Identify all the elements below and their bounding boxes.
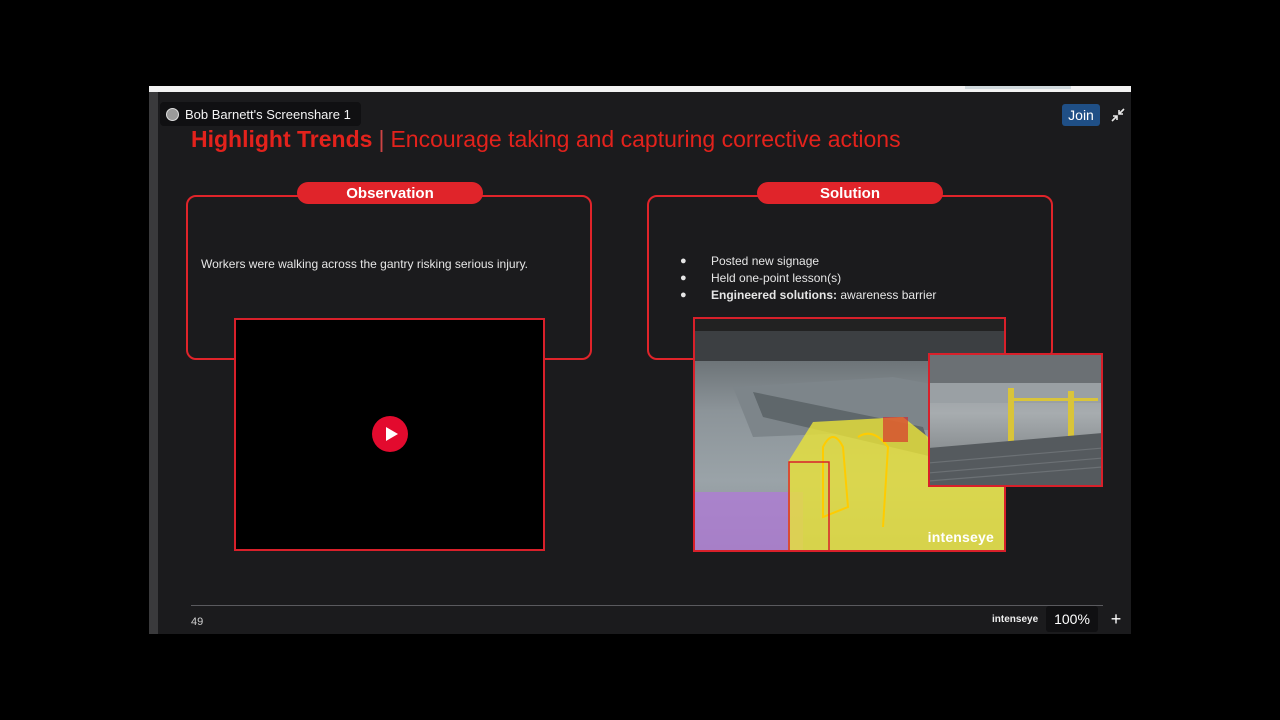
list-item: ● Engineered solutions: awareness barrier [680,287,937,302]
slide-title-rest: Encourage taking and capturing correctiv… [390,126,901,152]
solution-bullet-list: ● Posted new signage ● Held one-point less… [680,252,936,303]
browser-tab-indicator [965,86,1071,89]
page-number: 49 [191,616,204,628]
window-left-edge [149,92,158,634]
play-icon[interactable] [372,416,408,452]
list-item: ● Posted new signage [680,253,820,268]
footer-logo: intenseye [992,614,1039,625]
user-avatar-icon [166,107,179,121]
camera-inset-image [928,353,1103,487]
solution-label: Solution [757,182,943,204]
screenshare-label: Bob Barnett's Screenshare 1 [160,102,361,126]
footer-divider [191,605,1103,606]
collapse-arrows-icon[interactable] [1108,104,1128,126]
title-separator: | [378,126,385,152]
slide-title-bold: Highlight Trends [191,126,373,152]
camera-watermark: intenseye [927,529,994,545]
zoom-level[interactable]: 100% [1046,606,1098,632]
list-item: ● Held one-point lesson(s) [680,270,842,285]
screenshare-title: Bob Barnett's Screenshare 1 [185,106,351,122]
observation-text: Workers were walking across the gantry r… [201,257,529,271]
join-button[interactable]: Join [1062,104,1100,126]
slide-title: Highlight Trends | Encourage taking and ca… [191,126,901,153]
observation-label: Observation [297,182,483,204]
zoom-in-button[interactable]: + [1104,606,1128,632]
